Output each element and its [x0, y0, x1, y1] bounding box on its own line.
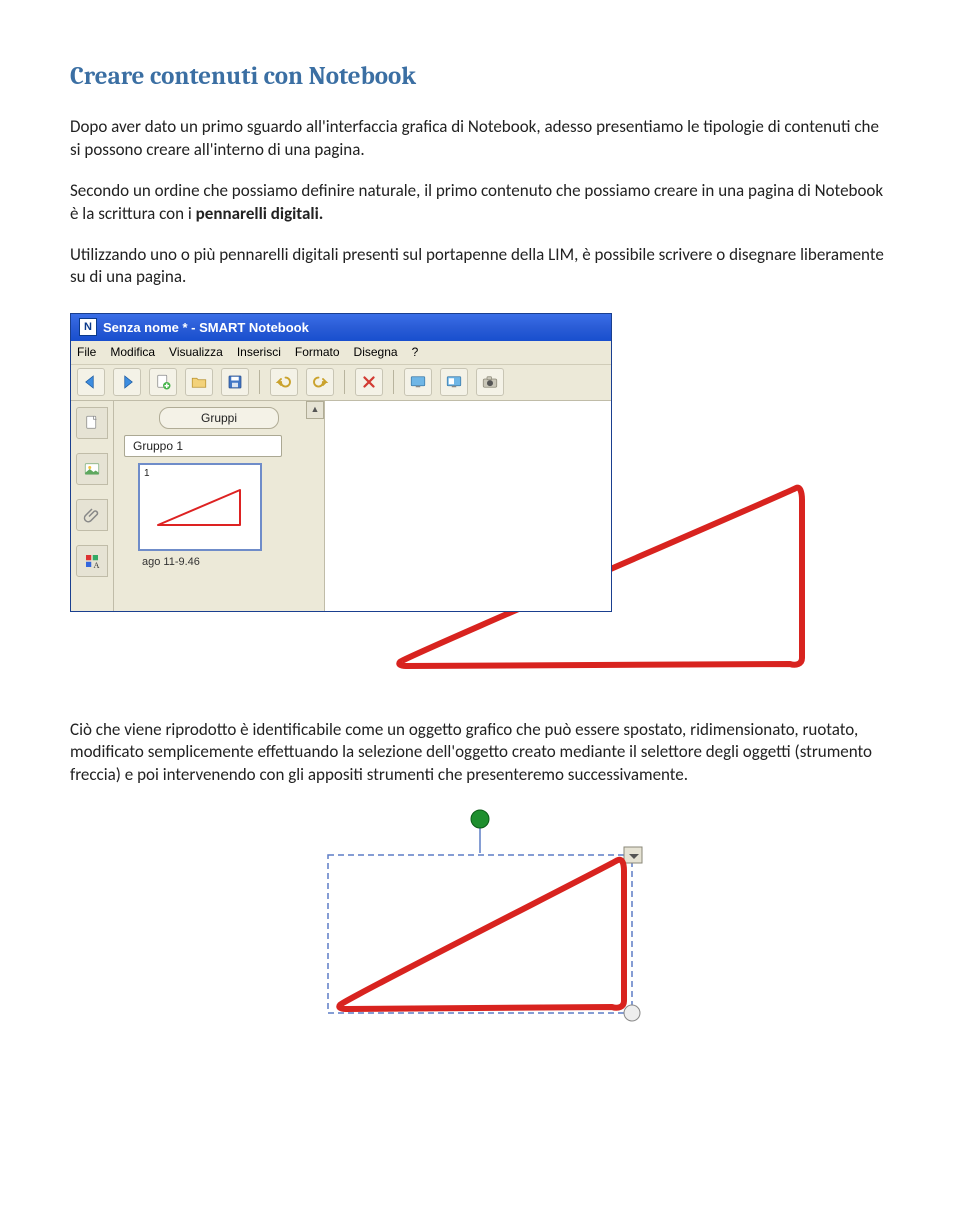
page-sorter-tab[interactable] [76, 407, 108, 439]
screen2-icon[interactable] [440, 368, 468, 396]
forward-arrow-icon[interactable] [113, 368, 141, 396]
properties-tab[interactable]: A [76, 545, 108, 577]
screenshot-container: N Senza nome * - SMART Notebook File Mod… [70, 313, 890, 688]
bold-term-pennarelli: pennarelli digitali. [196, 203, 324, 224]
toolbar [71, 365, 611, 401]
back-arrow-icon[interactable] [77, 368, 105, 396]
screen1-icon[interactable] [404, 368, 432, 396]
undo-icon[interactable] [270, 368, 298, 396]
gallery-tab[interactable] [76, 453, 108, 485]
page-thumbnail[interactable]: 1 [138, 463, 262, 551]
paragraph-3: Utilizzando uno o più pennarelli digital… [70, 244, 890, 290]
menu-file[interactable]: File [77, 344, 96, 360]
groups-button[interactable]: Gruppi [159, 407, 279, 429]
toolbar-separator [259, 370, 260, 394]
window-titlebar: N Senza nome * - SMART Notebook [71, 314, 611, 341]
window-title-text: Senza nome * - SMART Notebook [103, 319, 309, 337]
canvas-area[interactable] [325, 401, 611, 611]
redo-icon[interactable] [306, 368, 334, 396]
toolbar-separator-2 [344, 370, 345, 394]
paragraph-4: Ciò che viene riprodotto è identificabil… [70, 719, 890, 788]
thumbnail-page-number: 1 [144, 467, 150, 481]
save-icon[interactable] [221, 368, 249, 396]
menu-inserisci[interactable]: Inserisci [237, 344, 281, 360]
camera-icon[interactable] [476, 368, 504, 396]
menu-visualizza[interactable]: Visualizza [169, 344, 223, 360]
side-tabs: A [71, 401, 114, 611]
smart-notebook-window: N Senza nome * - SMART Notebook File Mod… [70, 313, 612, 611]
scroll-up-button[interactable]: ▲ [306, 401, 324, 419]
intro-paragraph: Dopo aver dato un primo sguardo all'inte… [70, 116, 890, 162]
page-sorter-panel: ▲ Gruppi Gruppo 1 1 ago 11-9.46 [114, 401, 325, 611]
menu-modifica[interactable]: Modifica [110, 344, 155, 360]
add-page-icon[interactable] [149, 368, 177, 396]
paragraph-2: Secondo un ordine che possiamo definire … [70, 180, 890, 226]
para2-text-a: Secondo un ordine che possiamo definire … [70, 180, 883, 224]
menu-formato[interactable]: Formato [295, 344, 340, 360]
menu-disegna[interactable]: Disegna [354, 344, 398, 360]
group-1-label[interactable]: Gruppo 1 [124, 435, 282, 457]
app-icon: N [79, 318, 97, 336]
thumbnail-caption: ago 11-9.46 [142, 555, 314, 570]
workspace: A ▲ Gruppi Gruppo 1 1 ago 11-9.46 [71, 401, 611, 611]
selected-object-figure [310, 805, 890, 1042]
menu-help[interactable]: ? [412, 344, 419, 360]
menu-bar: File Modifica Visualizza Inserisci Forma… [71, 341, 611, 364]
open-folder-icon[interactable] [185, 368, 213, 396]
svg-text:A: A [94, 560, 100, 569]
page-title: Creare contenuti con Notebook [70, 60, 890, 94]
attachments-tab[interactable] [76, 499, 108, 531]
delete-icon[interactable] [355, 368, 383, 396]
toolbar-separator-3 [393, 370, 394, 394]
